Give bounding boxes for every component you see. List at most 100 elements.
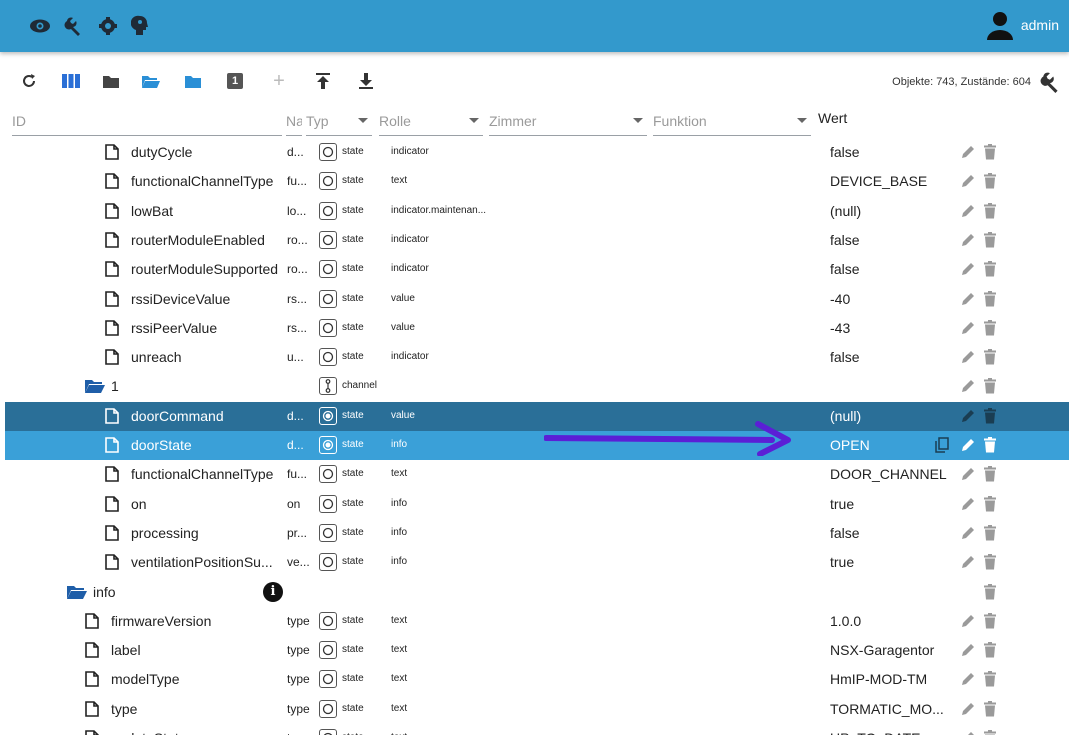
table-row[interactable]: info i: [5, 578, 1069, 607]
id-filter-input[interactable]: ID: [12, 110, 282, 136]
edit-icon[interactable]: [960, 613, 976, 629]
edit-icon[interactable]: [960, 203, 976, 219]
delete-icon[interactable]: [983, 437, 999, 453]
edit-icon[interactable]: [960, 525, 976, 541]
row-value[interactable]: 1.0.0: [830, 613, 861, 629]
row-value[interactable]: false: [830, 525, 860, 541]
table-row[interactable]: processing pr... state info false: [5, 519, 1069, 548]
delete-icon[interactable]: [983, 261, 999, 277]
add-icon[interactable]: +: [268, 70, 290, 92]
table-row[interactable]: rssiPeerValue rs... state value -43: [5, 314, 1069, 343]
row-value[interactable]: false: [830, 261, 860, 277]
row-value[interactable]: OPEN: [830, 437, 870, 453]
delete-icon[interactable]: [983, 730, 999, 735]
delete-icon[interactable]: [983, 407, 999, 424]
edit-icon[interactable]: [960, 671, 976, 687]
delete-icon[interactable]: [983, 144, 999, 160]
eye-icon[interactable]: [26, 12, 54, 40]
delete-icon[interactable]: [983, 642, 999, 658]
edit-icon[interactable]: [960, 408, 976, 424]
table-row[interactable]: functionalChannelType fu... state text DOOR_…: [5, 460, 1069, 489]
delete-icon[interactable]: [983, 231, 999, 248]
copy-icon[interactable]: [935, 437, 951, 453]
table-row[interactable]: functionalChannelType fu... state text DEVIC…: [5, 167, 1069, 196]
table-row[interactable]: ventilationPositionSu... ve... state info tr…: [5, 548, 1069, 577]
table-row[interactable]: doorCommand d... state value (null): [5, 401, 1069, 431]
delete-icon[interactable]: [983, 378, 999, 394]
delete-icon[interactable]: [983, 700, 999, 717]
delete-icon[interactable]: [983, 524, 999, 541]
upload-icon[interactable]: [312, 70, 334, 92]
table-row[interactable]: 1 channel: [5, 372, 1069, 401]
table-row[interactable]: firmwareVersion type state text 1.0.0: [5, 607, 1069, 636]
edit-icon[interactable]: [960, 554, 976, 570]
delete-icon[interactable]: [983, 495, 999, 512]
edit-icon[interactable]: [960, 232, 976, 248]
row-value[interactable]: -43: [830, 320, 850, 336]
download-icon[interactable]: [355, 70, 377, 92]
edit-icon[interactable]: [960, 291, 976, 307]
folder-open-icon[interactable]: [140, 70, 162, 92]
info-icon[interactable]: i: [263, 581, 283, 602]
delete-icon[interactable]: [983, 349, 999, 365]
table-row[interactable]: lowBat lo... state indicator.maintenan... (n…: [5, 197, 1069, 226]
edit-icon[interactable]: [960, 642, 976, 658]
row-value[interactable]: DOOR_CHANNEL: [830, 466, 947, 482]
row-value[interactable]: TORMATIC_MO...: [830, 701, 944, 717]
delete-icon[interactable]: [983, 202, 999, 219]
edit-icon[interactable]: [960, 496, 976, 512]
row-value[interactable]: (null): [830, 408, 861, 424]
delete-icon[interactable]: [983, 554, 999, 570]
edit-icon[interactable]: [960, 173, 976, 189]
settings-icon[interactable]: [94, 12, 122, 40]
table-row[interactable]: doorState d... state info OPEN: [5, 431, 1069, 460]
user-menu[interactable]: admin: [985, 10, 1059, 40]
row-value[interactable]: (null): [830, 203, 861, 219]
room-filter-select[interactable]: Zimmer: [489, 110, 647, 136]
table-row[interactable]: type type state text TORMATIC_MO...: [5, 695, 1069, 724]
function-filter-select[interactable]: Funktion: [653, 110, 811, 136]
row-value[interactable]: UP_TO_DATE: [830, 730, 921, 735]
table-row[interactable]: on on state info true: [5, 490, 1069, 519]
row-value[interactable]: false: [830, 232, 860, 248]
row-value[interactable]: HmIP-MOD-TM: [830, 671, 927, 687]
row-value[interactable]: DEVICE_BASE: [830, 173, 927, 189]
row-value[interactable]: NSX-Garagentor: [830, 642, 934, 658]
edit-icon[interactable]: [960, 466, 976, 482]
wrench-icon[interactable]: [60, 12, 88, 40]
delete-icon[interactable]: [983, 466, 999, 482]
row-value[interactable]: false: [830, 349, 860, 365]
wrench-icon[interactable]: [1039, 70, 1063, 94]
edit-icon[interactable]: [960, 701, 976, 717]
edit-icon[interactable]: [960, 437, 976, 453]
delete-icon[interactable]: [983, 319, 999, 336]
table-row[interactable]: label type state text NSX-Garagentor: [5, 636, 1069, 665]
edit-icon[interactable]: [960, 261, 976, 277]
folder-icon[interactable]: [100, 70, 122, 92]
row-value[interactable]: true: [830, 554, 854, 570]
edit-icon[interactable]: [960, 144, 976, 160]
delete-icon[interactable]: [983, 290, 999, 307]
edit-icon[interactable]: [960, 320, 976, 336]
table-row[interactable]: routerModuleSupported ro... state indicator…: [5, 255, 1069, 284]
row-value[interactable]: false: [830, 144, 860, 160]
edit-icon[interactable]: [960, 378, 976, 394]
head-icon[interactable]: [126, 12, 154, 40]
edit-icon[interactable]: [960, 730, 976, 735]
table-row[interactable]: modelType type state text HmIP-MOD-TM: [5, 665, 1069, 694]
delete-icon[interactable]: [983, 612, 999, 629]
row-value[interactable]: -40: [830, 291, 850, 307]
columns-icon[interactable]: [60, 70, 82, 92]
name-filter-input[interactable]: Na: [286, 110, 302, 136]
table-row[interactable]: dutyCycle d... state indicator false: [5, 138, 1069, 167]
table-row[interactable]: rssiDeviceValue rs... state value -40: [5, 285, 1069, 314]
refresh-icon[interactable]: [18, 70, 40, 92]
counter-1-icon[interactable]: 1: [224, 70, 246, 92]
folder-closed-icon[interactable]: [182, 70, 204, 92]
role-filter-select[interactable]: Rolle: [379, 110, 483, 136]
table-row[interactable]: updateStatetypestatetextUP_TO_DATE: [5, 724, 1069, 735]
delete-icon[interactable]: [983, 173, 999, 189]
table-row[interactable]: routerModuleEnabled ro... state indicator fa…: [5, 226, 1069, 255]
delete-icon[interactable]: [983, 583, 999, 600]
edit-icon[interactable]: [960, 349, 976, 365]
